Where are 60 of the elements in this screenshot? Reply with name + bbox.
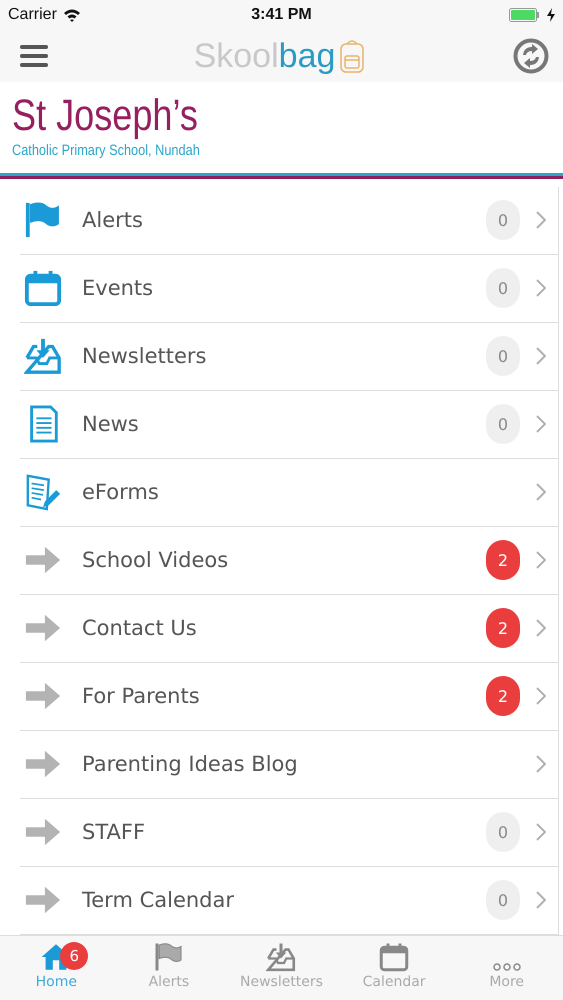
menu-row[interactable]: Contact Us 2	[20, 594, 558, 663]
count-badge: 0	[486, 200, 520, 240]
calendar-icon	[379, 942, 410, 972]
menu-row[interactable]: School Videos 2	[20, 526, 558, 595]
notification-badge: 6	[60, 942, 88, 970]
count-badge: 0	[486, 336, 520, 376]
count-badge: 0	[486, 404, 520, 444]
count-badge: 0	[486, 880, 520, 920]
flag-icon	[24, 201, 62, 240]
menu-row[interactable]: For Parents 2	[20, 662, 558, 731]
menu-row[interactable]: Events 0	[20, 254, 558, 323]
menu-row[interactable]: STAFF 0	[20, 798, 558, 867]
menu-label: Parenting Ideas Blog	[82, 752, 299, 776]
count-badge: 2	[486, 540, 520, 580]
count-badge: 2	[486, 608, 520, 648]
download-icon	[24, 337, 62, 376]
menu-label: Newsletters	[82, 344, 208, 368]
school-subtitle: Catholic Primary School, Nundah	[12, 142, 200, 159]
chevron-icon	[536, 347, 546, 366]
more-icon	[492, 962, 522, 972]
menu-row[interactable]: Parenting Ideas Blog	[20, 730, 558, 799]
school-name: St Joseph’s	[12, 92, 198, 140]
download-icon	[266, 942, 296, 972]
menu-icon[interactable]	[20, 44, 48, 68]
menu-label: Contact Us	[82, 616, 198, 640]
chevron-icon	[536, 551, 546, 570]
menu-row[interactable]: Newsletters 0	[20, 322, 558, 391]
count-badge: 2	[486, 676, 520, 716]
menu-label: eForms	[82, 480, 160, 504]
charging-icon	[547, 8, 555, 22]
menu-label: Events	[82, 276, 154, 300]
menu-label: For Parents	[82, 684, 201, 708]
count-badge: 0	[486, 812, 520, 852]
chevron-icon	[536, 211, 546, 230]
carrier-name: Carrier	[8, 6, 57, 24]
calendar-icon	[24, 269, 62, 308]
chevron-icon	[536, 755, 546, 774]
chevron-icon	[536, 823, 546, 842]
clock-time: 3:41 PM	[251, 6, 312, 24]
menu-row[interactable]: eForms	[20, 458, 558, 527]
count-badge: 0	[486, 268, 520, 308]
chevron-icon	[536, 687, 546, 706]
battery-icon	[509, 8, 541, 22]
menu-label: Alerts	[82, 208, 144, 232]
chevron-icon	[536, 483, 546, 502]
chevron-icon	[536, 891, 546, 910]
flag-icon	[154, 942, 184, 972]
refresh-icon[interactable]	[512, 38, 549, 74]
chevron-icon	[536, 619, 546, 638]
chevron-icon	[536, 279, 546, 298]
chevron-icon	[536, 415, 546, 434]
menu-label: STAFF	[82, 820, 146, 844]
wifi-icon	[62, 8, 81, 22]
menu-row[interactable]: Alerts 0	[20, 186, 558, 255]
menu-row[interactable]: News 0	[20, 390, 558, 459]
form-icon	[24, 473, 62, 512]
menu-label: News	[82, 412, 140, 436]
menu-label: Term Calendar	[82, 888, 236, 912]
menu-label: School Videos	[82, 548, 230, 572]
tab-item[interactable]: Home 6	[0, 936, 113, 1000]
